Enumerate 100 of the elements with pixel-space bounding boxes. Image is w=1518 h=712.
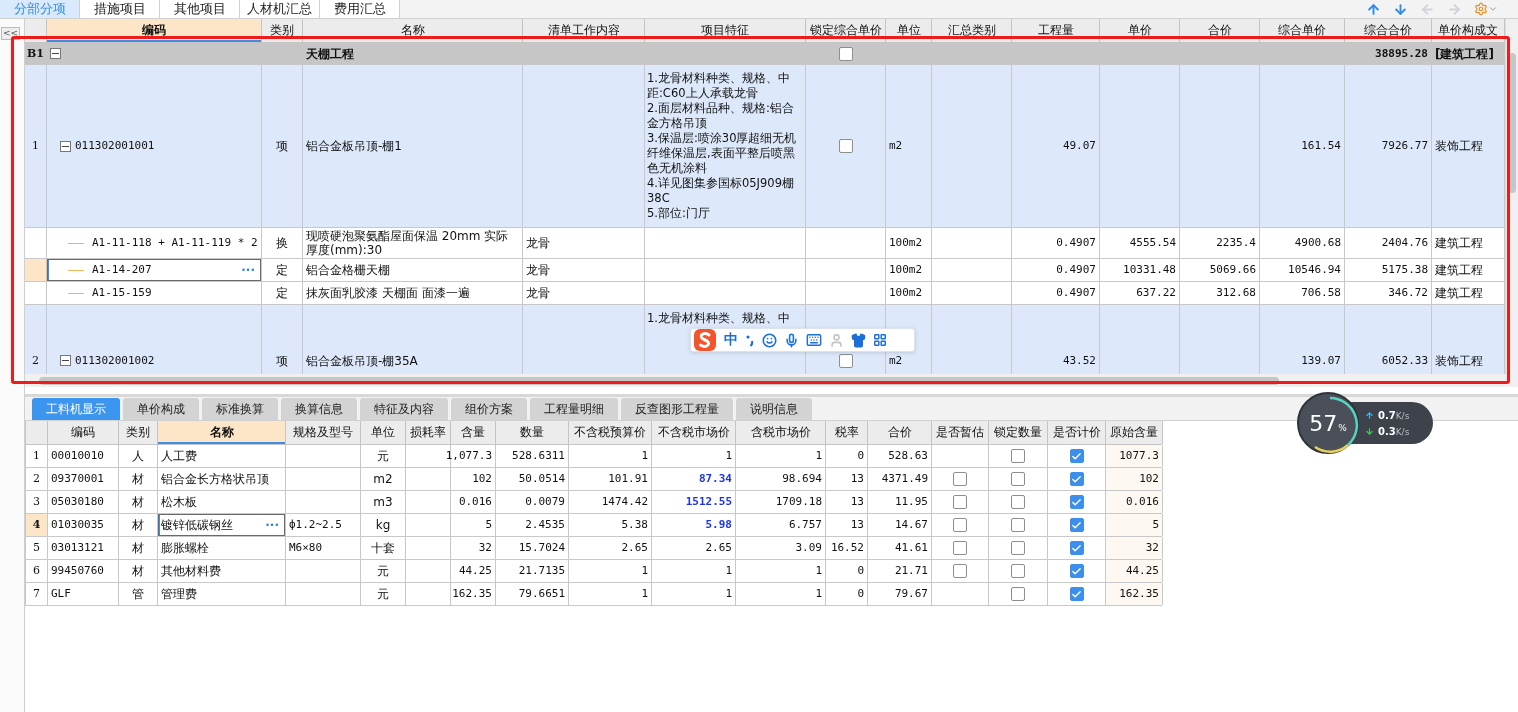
input-mode-toggle[interactable]: 中 (724, 331, 738, 349)
row-number: 1 (26, 445, 48, 467)
column-header[interactable]: 单价 (1100, 19, 1180, 42)
checkbox[interactable] (838, 46, 853, 61)
checkbox[interactable] (1069, 472, 1084, 486)
table-cell: m2 (361, 468, 406, 490)
column-header[interactable]: 编码 (48, 421, 119, 444)
table-cell: 21.7135 (496, 560, 569, 582)
column-header[interactable]: 合价 (1180, 19, 1260, 42)
checkbox[interactable] (1011, 541, 1025, 555)
checkbox[interactable] (953, 541, 967, 555)
download-icon (1365, 426, 1374, 436)
column-header[interactable]: 合价 (868, 421, 932, 444)
column-header[interactable]: 原始含量 (1106, 421, 1163, 444)
checkbox[interactable] (1011, 495, 1025, 509)
collapse-toggle[interactable] (50, 48, 61, 59)
checkbox[interactable] (953, 564, 967, 578)
settings-icon[interactable] (1474, 2, 1498, 16)
table-cell: 5175.38 (1345, 259, 1432, 281)
tab[interactable]: 措施项目 (80, 0, 160, 18)
checkbox[interactable] (953, 518, 967, 532)
checkbox[interactable] (1011, 449, 1025, 463)
shirt-icon[interactable] (851, 332, 866, 348)
collapse-toggle[interactable] (60, 355, 71, 366)
checkbox[interactable] (1069, 495, 1084, 509)
column-header[interactable]: 含税市场价 (736, 421, 826, 444)
user-icon[interactable] (829, 332, 844, 348)
more-button[interactable]: ··· (265, 518, 279, 532)
item-code: A1-14-207 (92, 263, 152, 277)
tab[interactable]: 特征及内容 (360, 398, 448, 420)
tab[interactable]: 人材机汇总 (240, 0, 320, 18)
column-header[interactable]: 损耗率 (406, 421, 451, 444)
emoji-icon[interactable] (762, 332, 777, 348)
checkbox[interactable] (1011, 472, 1025, 486)
collapse-sidebar-button[interactable]: << (1, 27, 21, 40)
checkbox[interactable] (953, 472, 967, 486)
checkbox[interactable] (838, 353, 853, 368)
collapse-toggle[interactable] (60, 140, 71, 152)
column-header[interactable]: 工程量 (1012, 19, 1100, 42)
grid-icon[interactable] (873, 333, 887, 347)
table-cell: 2.65 (569, 537, 652, 559)
column-header[interactable]: 名称 (303, 19, 523, 42)
column-header[interactable]: 是否暂估 (932, 421, 989, 444)
table-cell: 十套 (361, 537, 406, 559)
checkbox[interactable] (953, 495, 967, 509)
column-header[interactable]: 锁定数量 (989, 421, 1048, 444)
checkbox[interactable] (1011, 564, 1025, 578)
checkbox[interactable] (1069, 518, 1084, 532)
column-header[interactable]: 是否计价 (1048, 421, 1106, 444)
tab[interactable]: 工程量明细 (530, 398, 618, 420)
checkbox[interactable] (1011, 587, 1025, 601)
column-header[interactable]: 类别 (262, 19, 303, 42)
checkbox[interactable] (1011, 518, 1025, 532)
table-cell: 元 (361, 583, 406, 605)
table-cell: M6×80 (286, 537, 361, 559)
checkbox[interactable] (838, 139, 853, 153)
table-cell: 0.0079 (496, 491, 569, 513)
tab[interactable]: 反查图形工程量 (621, 398, 733, 420)
microphone-icon[interactable] (784, 332, 799, 348)
tab[interactable]: 标准换算 (202, 398, 278, 420)
column-header[interactable]: 含量 (451, 421, 496, 444)
column-header[interactable]: 规格及型号 (286, 421, 361, 444)
tab[interactable]: 组价方案 (451, 398, 527, 420)
checkbox[interactable] (1069, 564, 1084, 578)
column-header[interactable]: 清单工作内容 (523, 19, 645, 42)
item-code: A1-15-159 (92, 286, 152, 300)
punctuation-icon[interactable] (745, 333, 755, 347)
move-up-icon[interactable] (1366, 1, 1381, 17)
table-cell: 32 (451, 537, 496, 559)
table-cell: 镀锌低碳钢丝 (161, 518, 233, 532)
checkbox[interactable] (1069, 541, 1084, 555)
table-cell: 05030180 (48, 491, 119, 513)
column-header[interactable]: 编码 (47, 19, 262, 42)
tab[interactable]: 其他项目 (160, 0, 240, 18)
column-header[interactable]: 综合合价 (1345, 19, 1432, 42)
column-header[interactable]: 数量 (496, 421, 569, 444)
tab[interactable]: 换算信息 (281, 398, 357, 420)
column-header[interactable]: 汇总类别 (932, 19, 1012, 42)
column-header[interactable]: 不含税市场价 (652, 421, 736, 444)
move-down-icon[interactable] (1393, 1, 1408, 17)
column-header[interactable]: 单位 (361, 421, 406, 444)
table-cell: 材 (119, 491, 158, 513)
table-cell: 天棚工程 (303, 43, 523, 64)
column-header[interactable]: 名称 (158, 421, 286, 444)
column-header[interactable]: 项目特征 (645, 19, 806, 42)
column-header[interactable]: 税率 (826, 421, 868, 444)
more-button[interactable]: ··· (241, 263, 255, 277)
column-header[interactable]: 单位 (886, 19, 932, 42)
tab[interactable]: 费用汇总 (320, 0, 400, 18)
tab[interactable]: 单价构成 (123, 398, 199, 420)
table-cell: 528.6311 (496, 445, 569, 467)
table-cell: 其他材料费 (161, 564, 221, 578)
table-cell: 龙骨 (523, 228, 645, 258)
column-header[interactable]: 综合单价 (1260, 19, 1345, 42)
tab[interactable]: 说明信息 (736, 398, 812, 420)
column-header[interactable]: 不含税预算价 (569, 421, 652, 444)
keyboard-icon[interactable] (806, 332, 822, 348)
checkbox[interactable] (1069, 449, 1084, 463)
checkbox[interactable] (1069, 587, 1084, 601)
column-header[interactable]: 锁定综合单价 (806, 19, 886, 42)
